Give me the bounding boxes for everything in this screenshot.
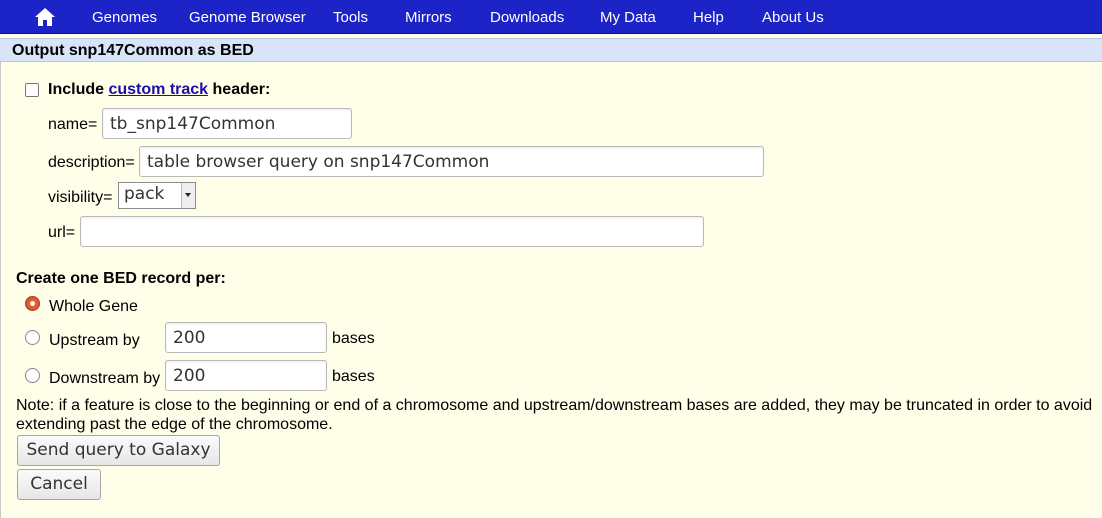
nav-genome-browser[interactable]: Genome Browser: [189, 9, 306, 26]
description-label: description=: [48, 154, 135, 171]
upstream-label: Upstream by: [49, 332, 140, 349]
left-border: [0, 62, 1, 518]
url-label: url=: [48, 224, 76, 241]
nav-tools[interactable]: Tools: [333, 9, 368, 26]
section-header: Output snp147Common as BED: [0, 38, 1102, 62]
visibility-select[interactable]: pack: [118, 182, 196, 209]
include-label-prefix: Include: [48, 81, 105, 98]
cancel-button[interactable]: Cancel: [17, 469, 101, 500]
downstream-label: Downstream by: [49, 370, 161, 387]
include-header-checkbox[interactable]: [25, 83, 39, 97]
nav-help[interactable]: Help: [693, 9, 724, 26]
send-to-galaxy-button[interactable]: Send query to Galaxy: [17, 435, 220, 466]
chevron-down-icon: [181, 183, 195, 208]
description-input[interactable]: [139, 146, 764, 177]
include-label-suffix: header:: [212, 81, 271, 98]
visibility-label: visibility=: [48, 189, 113, 206]
name-input[interactable]: [102, 108, 352, 139]
upstream-bases-label: bases: [332, 330, 375, 347]
include-header-label: Include custom track header:: [48, 81, 270, 99]
whole-gene-radio[interactable]: [25, 296, 40, 311]
visibility-selected-value: pack: [124, 184, 165, 204]
nav-downloads[interactable]: Downloads: [490, 9, 564, 26]
nav-about-us[interactable]: About Us: [762, 9, 824, 26]
url-input[interactable]: [80, 216, 704, 247]
custom-track-link[interactable]: custom track: [108, 81, 208, 98]
page-title: Output snp147Common as BED: [12, 42, 254, 59]
bed-record-heading: Create one BED record per:: [16, 270, 226, 287]
top-nav-bar: Genomes Genome Browser Tools Mirrors Dow…: [0, 0, 1102, 34]
name-label: name=: [48, 116, 98, 133]
upstream-bases-input[interactable]: [165, 322, 327, 353]
home-icon[interactable]: [34, 7, 56, 27]
upstream-radio[interactable]: [25, 330, 40, 345]
truncation-note: Note: if a feature is close to the begin…: [16, 397, 1093, 433]
nav-mirrors[interactable]: Mirrors: [405, 9, 452, 26]
downstream-radio[interactable]: [25, 368, 40, 383]
nav-my-data[interactable]: My Data: [600, 9, 656, 26]
nav-genomes[interactable]: Genomes: [92, 9, 157, 26]
whole-gene-label: Whole Gene: [49, 298, 138, 315]
downstream-bases-label: bases: [332, 368, 375, 385]
downstream-bases-input[interactable]: [165, 360, 327, 391]
